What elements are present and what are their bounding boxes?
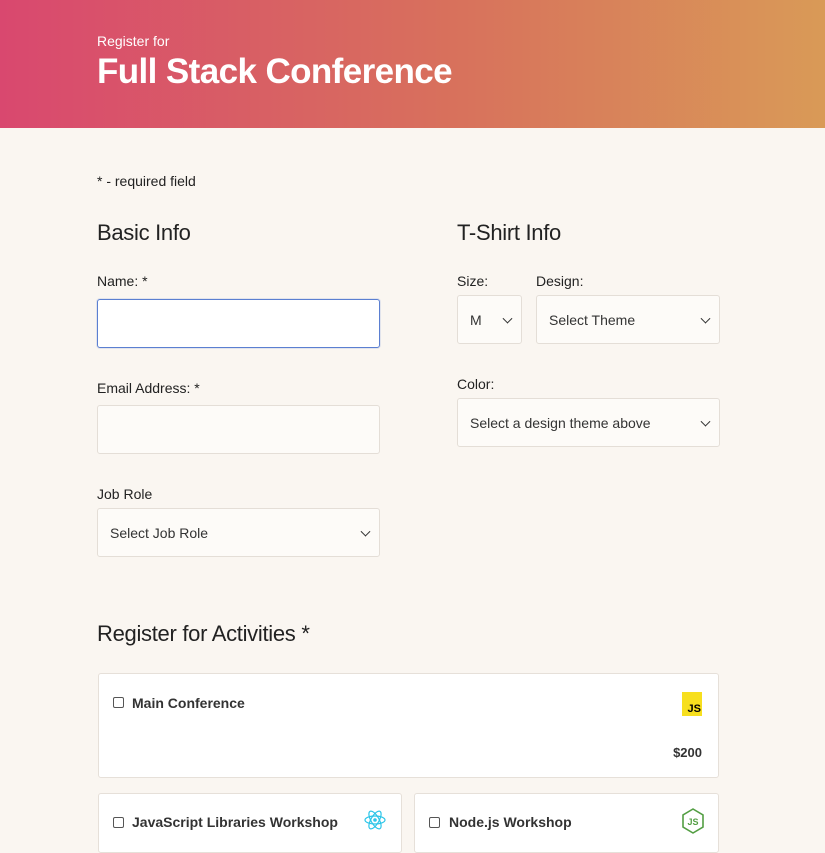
activity-name: Main Conference xyxy=(132,695,245,711)
main-conference-checkbox[interactable] xyxy=(113,697,124,708)
job-role-select[interactable]: Select Job Role xyxy=(97,508,380,557)
page-header: Register for Full Stack Conference xyxy=(0,0,825,128)
js-libraries-checkbox[interactable] xyxy=(113,817,124,828)
tshirt-info-heading: T-Shirt Info xyxy=(457,220,561,245)
basic-info-heading: Basic Info xyxy=(97,220,191,245)
color-label: Color: xyxy=(457,376,495,392)
name-field[interactable] xyxy=(97,299,380,348)
email-label: Email Address: * xyxy=(97,380,200,396)
job-role-value: Select Job Role xyxy=(110,524,209,541)
react-icon xyxy=(364,810,386,830)
size-label: Size: xyxy=(457,273,489,289)
svg-text:JS: JS xyxy=(687,817,698,827)
page-title: Full Stack Conference xyxy=(97,52,453,91)
activities-heading: Register for Activities * xyxy=(97,621,310,646)
activity-name: JavaScript Libraries Workshop xyxy=(132,814,338,830)
size-select[interactable]: M xyxy=(457,295,522,344)
header-pretitle: Register for xyxy=(97,33,170,49)
chevron-down-icon xyxy=(502,313,513,324)
design-value: Select Theme xyxy=(549,311,636,328)
chevron-down-icon xyxy=(360,526,371,537)
activity-card-nodejs[interactable]: Node.js Workshop JS xyxy=(414,793,719,853)
name-label: Name: * xyxy=(97,273,148,289)
color-select[interactable]: Select a design theme above xyxy=(457,398,720,447)
job-role-label: Job Role xyxy=(97,486,153,502)
required-field-note: * - required field xyxy=(97,173,196,189)
activity-name: Node.js Workshop xyxy=(449,814,572,830)
chevron-down-icon xyxy=(700,416,711,427)
color-value: Select a design theme above xyxy=(470,414,651,431)
nodejs-checkbox[interactable] xyxy=(429,817,440,828)
activity-card-main-conference[interactable]: Main Conference JS $200 xyxy=(98,673,719,778)
activity-price: $200 xyxy=(673,745,702,760)
size-value: M xyxy=(470,311,482,328)
chevron-down-icon xyxy=(700,313,711,324)
activity-card-js-libraries[interactable]: JavaScript Libraries Workshop xyxy=(98,793,402,853)
design-label: Design: xyxy=(536,273,584,289)
nodejs-icon: JS xyxy=(682,808,704,834)
email-field[interactable] xyxy=(97,405,380,454)
design-select[interactable]: Select Theme xyxy=(536,295,720,344)
javascript-icon: JS xyxy=(682,692,702,716)
